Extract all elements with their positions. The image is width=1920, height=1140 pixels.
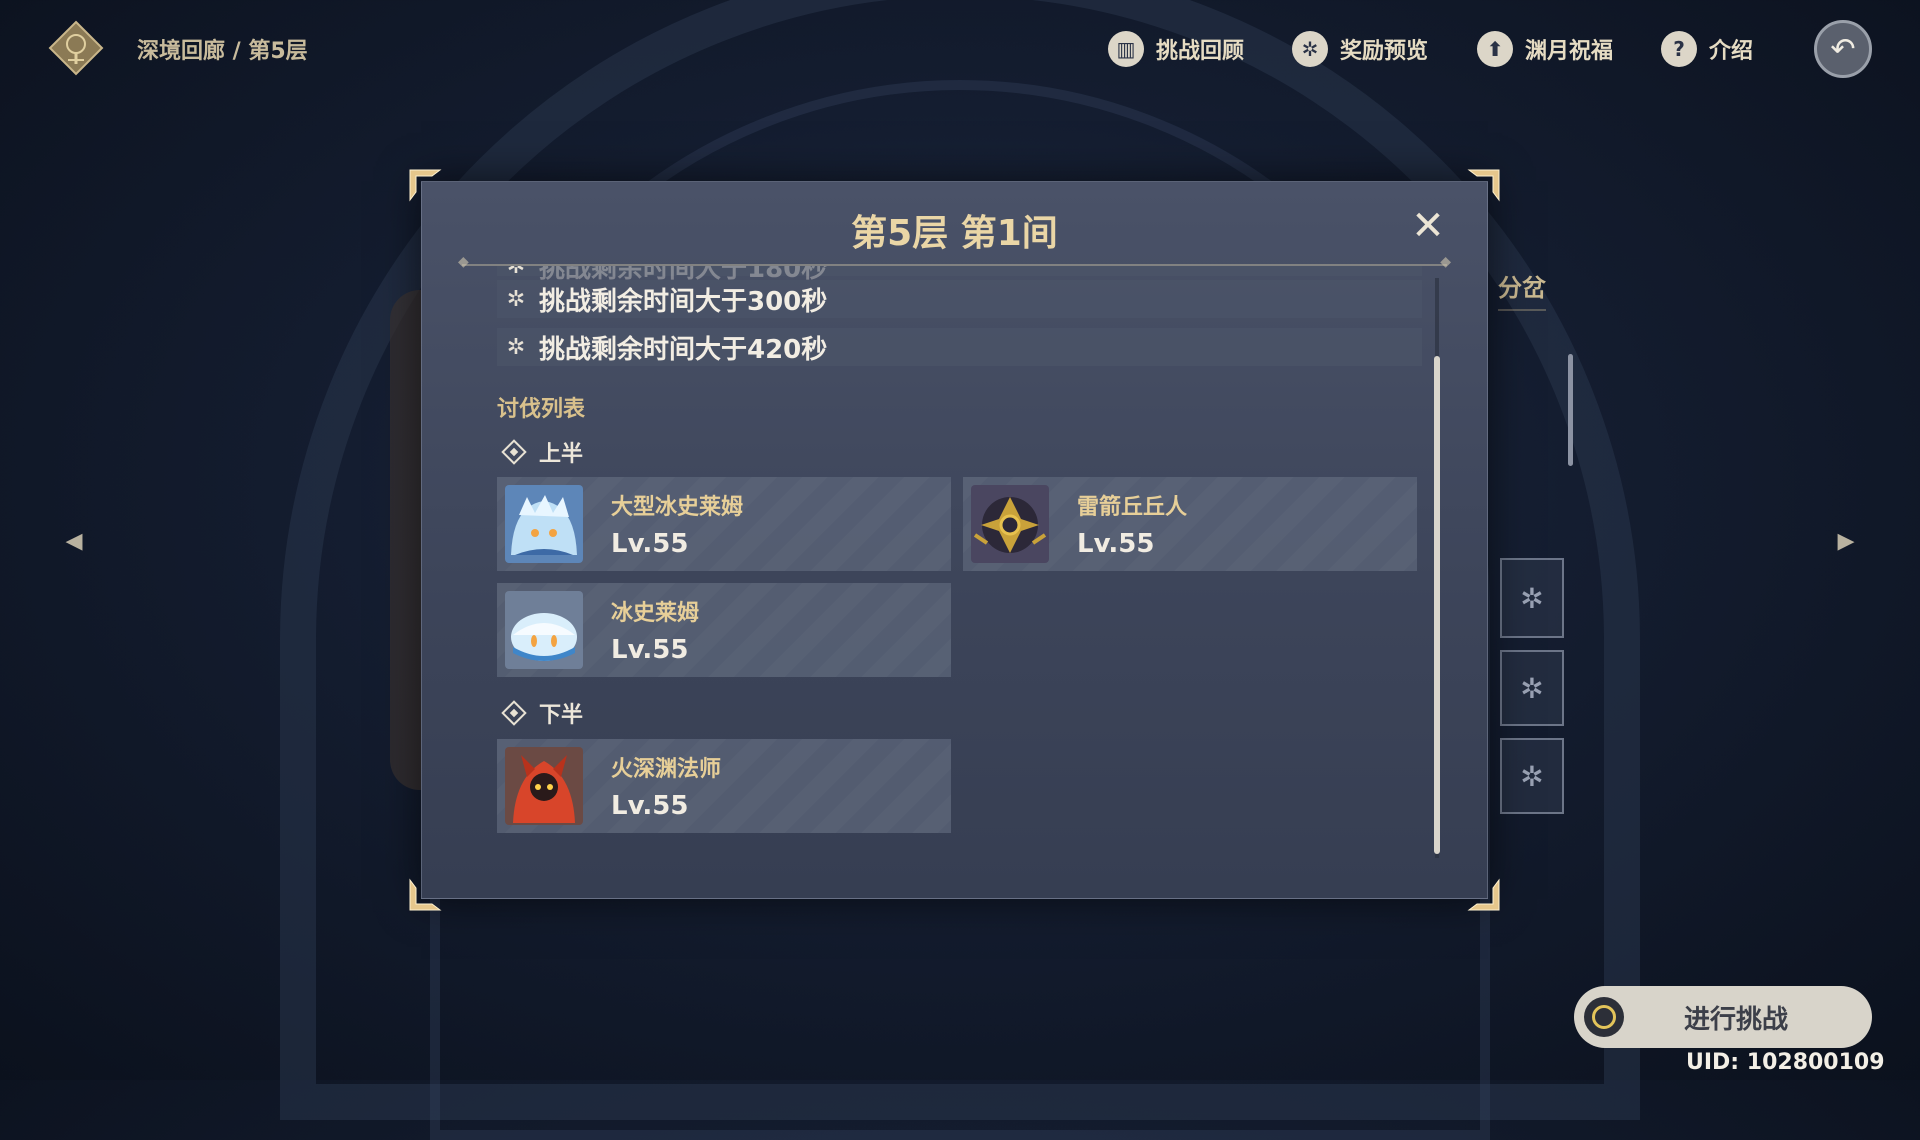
half-label-text: 上半 xyxy=(539,442,584,467)
corner-ornament-icon xyxy=(409,878,442,911)
nav-label: 渊月祝福 xyxy=(1525,39,1614,64)
corner-ornament-icon xyxy=(1467,169,1500,202)
star-badge-icon: ✲ xyxy=(506,334,526,360)
nav-label: 介绍 xyxy=(1709,39,1754,64)
enemy-name: 雷箭丘丘人 xyxy=(1077,495,1188,520)
close-icon: ✕ xyxy=(1411,203,1445,249)
next-chamber-arrow[interactable]: ▸ xyxy=(1822,514,1870,566)
enemy-level: Lv.55 xyxy=(611,529,689,559)
background-scrollbar xyxy=(1568,354,1573,466)
corner-ornament-icon xyxy=(409,169,442,202)
back-button[interactable]: ↶ xyxy=(1814,20,1872,78)
corner-ornament-icon xyxy=(1467,878,1500,911)
pyro-abyss-mage-portrait xyxy=(505,747,583,825)
prev-chamber-arrow[interactable]: ◂ xyxy=(50,514,98,566)
chamber-detail-modal: 第5层 第1间 ✕ ✲ 挑战剩余时间大于180秒 ✲ 挑战剩余时间大于300秒 … xyxy=(409,169,1500,911)
background-star-slot: ✲ xyxy=(1500,650,1564,726)
abyss-logo-icon xyxy=(48,20,104,76)
controller-button-icon xyxy=(1584,997,1624,1037)
diamond-icon xyxy=(501,700,527,726)
condition-text: 挑战剩余时间大于300秒 xyxy=(539,286,828,317)
background-star-slot: ✲ xyxy=(1500,558,1564,638)
condition-row: ✲ 挑战剩余时间大于300秒 xyxy=(497,280,1422,318)
nav-label: 奖励预览 xyxy=(1340,39,1429,64)
nav-intro-button[interactable]: ? 介绍 xyxy=(1661,28,1753,70)
enemy-card[interactable]: 火深渊法师 Lv.55 xyxy=(497,739,951,833)
first-half-label: 上半 xyxy=(497,436,583,468)
help-icon: ? xyxy=(1661,31,1697,67)
enemy-name: 大型冰史莱姆 xyxy=(611,495,744,520)
large-cryo-slime-portrait xyxy=(505,485,583,563)
star-badge-icon: ✲ xyxy=(1292,31,1328,67)
uid-label: UID: 102800109 xyxy=(1686,1050,1885,1075)
return-arrow-icon: ↶ xyxy=(1830,31,1856,67)
electro-hilichurl-shooter-portrait xyxy=(971,485,1049,563)
breadcrumb: 深境回廊 / 第5层 xyxy=(137,39,308,64)
condition-text: 挑战剩余时间大于420秒 xyxy=(539,334,828,365)
nav-reward-preview-button[interactable]: ✲ 奖励预览 xyxy=(1292,28,1428,70)
close-button[interactable]: ✕ xyxy=(1406,203,1450,249)
start-challenge-button[interactable]: 进行挑战 xyxy=(1574,986,1872,1048)
enemy-name: 火深渊法师 xyxy=(611,757,722,782)
nav-challenge-review-button[interactable]: ▥ 挑战回顾 xyxy=(1108,28,1244,70)
enemy-level: Lv.55 xyxy=(1077,529,1155,559)
book-icon: ▥ xyxy=(1108,31,1144,67)
modal-title: 第5层 第1间 xyxy=(851,213,1058,254)
scrollbar-thumb[interactable] xyxy=(1434,356,1440,854)
nav-label: 挑战回顾 xyxy=(1156,39,1245,64)
background-star-slot: ✲ xyxy=(1500,738,1564,814)
diamond-icon xyxy=(501,439,527,465)
condition-row: ✲ 挑战剩余时间大于420秒 xyxy=(497,328,1422,366)
upload-blessing-icon: ⬆ xyxy=(1477,31,1513,67)
modal-scroll-content[interactable]: ✲ 挑战剩余时间大于180秒 ✲ 挑战剩余时间大于300秒 ✲ 挑战剩余时间大于… xyxy=(497,266,1432,866)
enemy-name: 冰史莱姆 xyxy=(611,601,700,626)
half-label-text: 下半 xyxy=(539,703,584,728)
condition-row: ✲ 挑战剩余时间大于180秒 xyxy=(497,266,1422,284)
enemy-card[interactable]: 大型冰史莱姆 Lv.55 xyxy=(497,477,951,571)
enemy-level: Lv.55 xyxy=(611,635,689,665)
star-badge-icon: ✲ xyxy=(506,266,526,279)
background-branch-label: 分岔 xyxy=(1498,268,1546,311)
start-challenge-label: 进行挑战 xyxy=(1683,1004,1788,1035)
enemy-level: Lv.55 xyxy=(611,791,689,821)
enemy-card[interactable]: 冰史莱姆 Lv.55 xyxy=(497,583,951,677)
enemy-card[interactable]: 雷箭丘丘人 Lv.55 xyxy=(963,477,1417,571)
enemy-list-label: 讨伐列表 xyxy=(497,397,586,422)
cryo-slime-portrait xyxy=(505,591,583,669)
nav-blessing-button[interactable]: ⬆ 渊月祝福 xyxy=(1477,28,1613,70)
star-badge-icon: ✲ xyxy=(506,286,526,312)
second-half-label: 下半 xyxy=(497,697,583,729)
